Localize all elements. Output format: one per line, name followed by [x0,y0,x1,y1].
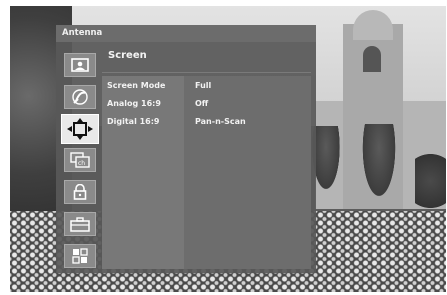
channel-icon[interactable]: ch [64,148,96,172]
setting-label: Analog 16:9 [107,99,161,108]
setting-value[interactable]: Off [195,95,208,113]
osd-menu: Antenna ch Screen Screen Mode Full Analo… [56,25,316,273]
audio-icon[interactable] [64,85,96,109]
apps-icon[interactable] [64,244,96,268]
page-title: Screen [108,50,147,61]
divider [102,72,311,73]
tower-window [363,46,381,72]
menu-sidebar: ch [61,47,101,273]
picture-icon[interactable] [64,53,96,77]
setting-label: Digital 16:9 [107,117,160,126]
setting-value[interactable]: Full [195,77,211,95]
screen-icon[interactable] [61,114,99,144]
setup-icon[interactable] [64,212,96,236]
setting-label: Screen Mode [107,81,166,90]
setting-value[interactable]: Pan-n-Scan [195,113,246,131]
settings-panel: Screen Mode Full Analog 16:9 Off Digital… [102,76,311,269]
palm-tree [360,124,398,204]
menu-content: Screen Screen Mode Full Analog 16:9 Off … [102,47,311,269]
bush [415,146,446,216]
svg-text:ch: ch [78,160,85,167]
setting-row-analog-16-9[interactable]: Analog 16:9 Off [102,95,311,113]
setting-row-digital-16-9[interactable]: Digital 16:9 Pan-n-Scan [102,113,311,131]
lock-icon[interactable] [64,180,96,204]
menu-header: Antenna [56,25,316,42]
setting-row-screen-mode[interactable]: Screen Mode Full [102,77,311,95]
